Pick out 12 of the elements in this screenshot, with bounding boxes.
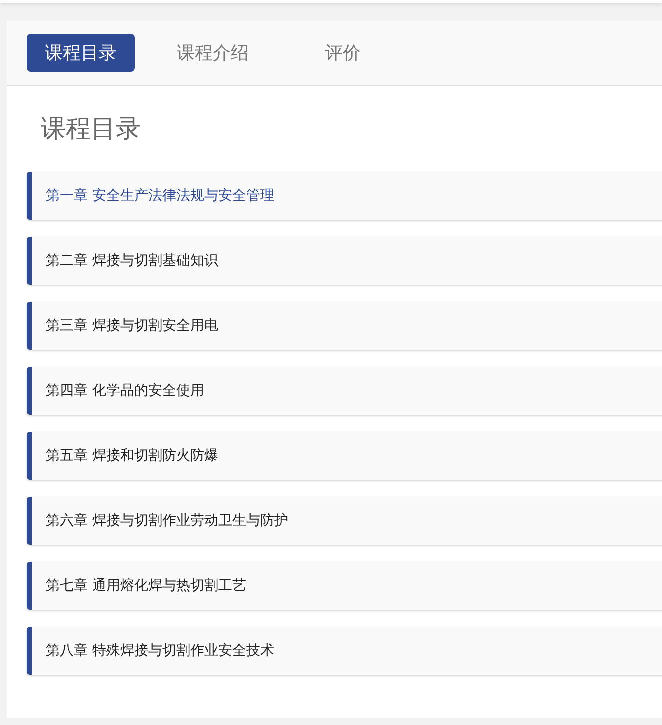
chapter-item[interactable]: 第六章 焊接与切割作业劳动卫生与防护 xyxy=(27,497,662,545)
tab[interactable]: 评价 xyxy=(311,34,375,72)
chapter-item[interactable]: 第二章 焊接与切割基础知识 xyxy=(27,237,662,285)
chapter-item[interactable]: 第五章 焊接和切割防火防爆 xyxy=(27,432,662,480)
chapter-item[interactable]: 第八章 特殊焊接与切割作业安全技术 xyxy=(27,627,662,675)
tab[interactable]: 课程目录 xyxy=(27,34,135,72)
section-heading: 课程目录 xyxy=(40,113,142,145)
tab[interactable]: 课程介绍 xyxy=(159,34,267,72)
chapter-item[interactable]: 第一章 安全生产法律法规与安全管理 xyxy=(27,172,662,220)
chapter-item[interactable]: 第三章 焊接与切割安全用电 xyxy=(27,302,662,350)
chapter-item[interactable]: 第四章 化学品的安全使用 xyxy=(27,367,662,415)
chapter-item[interactable]: 第七章 通用熔化焊与热切割工艺 xyxy=(27,562,662,610)
